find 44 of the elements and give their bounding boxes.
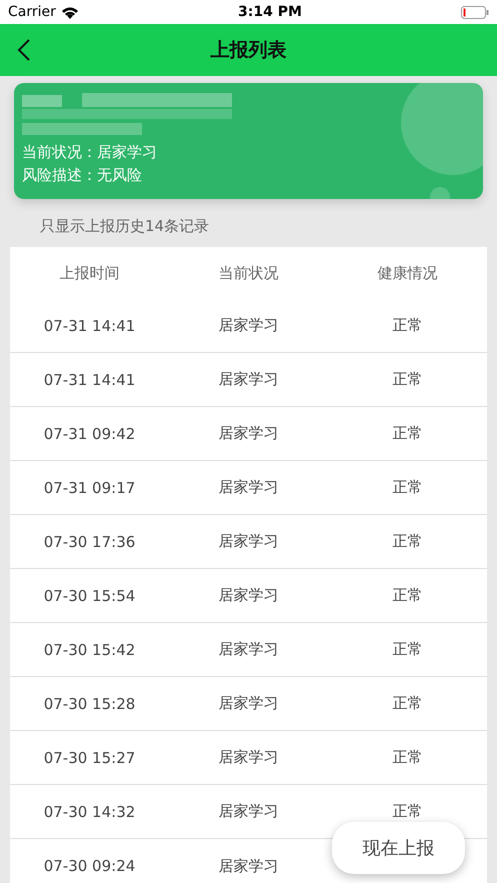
status-time: 3:14 PM <box>238 4 302 20</box>
table-cell: 居家学习 <box>218 748 278 767</box>
table-cell: 07-30 15:54 <box>44 586 136 604</box>
table-cell: 07-30 09:24 <box>44 857 136 875</box>
column-header: 健康情况 <box>378 264 438 282</box>
table-cell: 居家学习 <box>218 802 278 821</box>
column-header: 上报时间 <box>60 264 120 282</box>
table-cell: 居家学习 <box>218 532 278 551</box>
carrier-name: Carrier <box>8 4 56 20</box>
table-cell: 居家学习 <box>218 478 278 497</box>
table-cell: 正常 <box>392 532 422 551</box>
report-now-button[interactable]: 现在上报 <box>332 822 465 874</box>
column-header: 当前状况 <box>218 264 278 282</box>
table-cell: 07-30 14:32 <box>44 802 136 820</box>
table-cell: 居家学习 <box>218 316 278 335</box>
table-cell: 07-30 15:28 <box>44 694 136 712</box>
table-cell: 07-30 15:27 <box>44 748 136 766</box>
table-cell: 07-31 14:41 <box>44 370 136 388</box>
wifi-icon <box>60 6 79 18</box>
table-cell: 07-30 15:42 <box>44 640 136 658</box>
table-cell: 正常 <box>392 694 422 713</box>
table-cell: 正常 <box>392 640 422 659</box>
table-cell: 正常 <box>392 316 422 335</box>
table-cell: 正常 <box>392 478 422 497</box>
risk-description-text: 风险描述：无风险 <box>22 165 143 186</box>
table-cell: 居家学习 <box>218 370 278 389</box>
table-cell: 正常 <box>392 802 422 821</box>
table-cell: 07-31 14:41 <box>44 316 136 334</box>
table-cell: 居家学习 <box>218 640 278 659</box>
table-cell: 正常 <box>392 748 422 767</box>
table-cell: 07-31 09:42 <box>44 424 136 442</box>
table-cell: 居家学习 <box>218 586 278 605</box>
table-cell: 居家学习 <box>218 694 278 713</box>
table-cell: 正常 <box>392 424 422 443</box>
table-cell: 居家学习 <box>218 424 278 443</box>
table-cell: 正常 <box>392 586 422 605</box>
battery-icon <box>461 6 489 18</box>
table-cell: 正常 <box>392 370 422 389</box>
table-cell: 居家学习 <box>218 856 278 876</box>
history-note: 只显示上报历史14条记录 <box>40 217 210 235</box>
table-cell: 07-30 17:36 <box>44 532 136 550</box>
page-title: 上报列表 <box>210 38 286 63</box>
table-cell: 07-31 09:17 <box>44 478 136 496</box>
current-status-text: 当前状况：居家学习 <box>22 142 158 163</box>
